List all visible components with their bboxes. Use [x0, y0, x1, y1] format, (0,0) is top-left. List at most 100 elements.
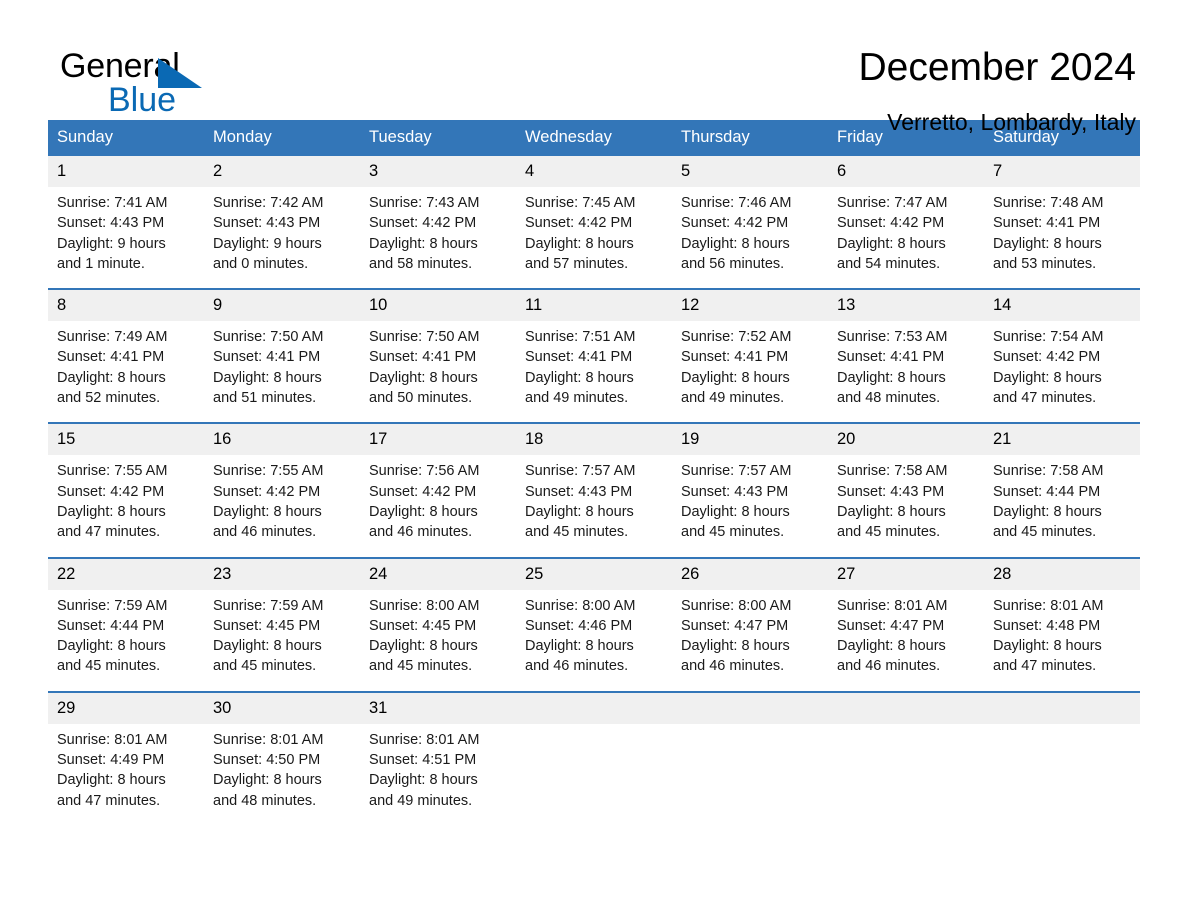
weekday-header-tuesday: Tuesday	[369, 128, 432, 146]
calendar-day-cell[interactable]: 25 Sunrise: 8:00 AM Sunset: 4:46 PM Dayligh…	[516, 558, 672, 677]
page-header: General Blue December 2024 Verretto, Lom…	[48, 0, 1140, 135]
daylight-duration-line2: and 46 minutes.	[213, 524, 317, 541]
calendar-day-cell[interactable]: 12 Sunrise: 7:52 AM Sunset: 4:41 PM Dayligh…	[672, 290, 828, 408]
daylight-duration-line1: Daylight: 8 hours	[993, 638, 1102, 655]
daylight-duration-line2: and 47 minutes.	[57, 524, 161, 541]
calendar-day-cell[interactable]: 6 Sunrise: 7:47 AM Sunset: 4:42 PM Daylight…	[828, 156, 984, 274]
calendar-day-cell[interactable]: 11 Sunrise: 7:51 AM Sunset: 4:41 PM Dayligh…	[516, 290, 672, 408]
calendar-day-cell-empty	[828, 692, 984, 811]
day-number: 22	[48, 558, 204, 590]
daylight-duration-line2: and 47 minutes.	[993, 658, 1097, 675]
sunset-time: Sunset: 4:44 PM	[993, 483, 1101, 500]
sunset-time: Sunset: 4:43 PM	[525, 483, 633, 500]
day-number: 4	[516, 156, 672, 187]
calendar-week-row: 1 Sunrise: 7:41 AM Sunset: 4:43 PM Daylight…	[48, 156, 1140, 274]
day-sun-info: Sunrise: 8:01 AM Sunset: 4:49 PM Daylight:…	[48, 724, 204, 811]
generalblue-logo[interactable]: General Blue	[60, 44, 260, 122]
day-sun-info: Sunrise: 7:41 AM Sunset: 4:43 PM Daylight:…	[48, 187, 204, 274]
day-number: 15	[48, 424, 204, 456]
daylight-duration-line1: Daylight: 8 hours	[525, 503, 634, 520]
calendar-day-cell[interactable]: 23 Sunrise: 7:59 AM Sunset: 4:45 PM Dayligh…	[204, 558, 360, 677]
calendar-day-cell[interactable]: 2 Sunrise: 7:42 AM Sunset: 4:43 PM Daylight…	[204, 156, 360, 274]
weekday-header-monday: Monday	[213, 128, 272, 146]
calendar-day-cell[interactable]: 26 Sunrise: 8:00 AM Sunset: 4:47 PM Dayligh…	[672, 558, 828, 677]
calendar-day-cell[interactable]: 17 Sunrise: 7:56 AM Sunset: 4:42 PM Dayligh…	[360, 424, 516, 542]
sunrise-time: Sunrise: 7:49 AM	[57, 329, 168, 346]
sunrise-time: Sunrise: 7:58 AM	[837, 463, 948, 480]
calendar-week-row: 15 Sunrise: 7:55 AM Sunset: 4:42 PM Dayligh…	[48, 422, 1140, 542]
day-sun-info: Sunrise: 7:55 AM Sunset: 4:42 PM Daylight:…	[48, 455, 204, 542]
sunset-time: Sunset: 4:49 PM	[57, 752, 165, 769]
day-number	[516, 692, 672, 724]
daylight-duration-line1: Daylight: 8 hours	[993, 369, 1102, 386]
calendar-day-cell-empty	[672, 692, 828, 811]
calendar-day-cell[interactable]: 5 Sunrise: 7:46 AM Sunset: 4:42 PM Daylight…	[672, 156, 828, 274]
daylight-duration-line1: Daylight: 8 hours	[837, 503, 946, 520]
calendar-day-cell[interactable]: 31 Sunrise: 8:01 AM Sunset: 4:51 PM Dayligh…	[360, 692, 516, 811]
day-number: 11	[516, 290, 672, 322]
daylight-duration-line2: and 46 minutes.	[525, 658, 629, 675]
calendar-day-cell[interactable]: 30 Sunrise: 8:01 AM Sunset: 4:50 PM Dayligh…	[204, 692, 360, 811]
daylight-duration-line1: Daylight: 8 hours	[837, 235, 946, 252]
day-number: 12	[672, 290, 828, 322]
day-number: 6	[828, 156, 984, 187]
daylight-duration-line1: Daylight: 8 hours	[213, 638, 322, 655]
calendar-day-cell[interactable]: 13 Sunrise: 7:53 AM Sunset: 4:41 PM Dayligh…	[828, 290, 984, 408]
weekday-header-sunday: Sunday	[57, 128, 113, 146]
calendar-week-row: 22 Sunrise: 7:59 AM Sunset: 4:44 PM Dayligh…	[48, 556, 1140, 677]
daylight-duration-line2: and 49 minutes.	[369, 792, 473, 809]
day-sun-info: Sunrise: 8:01 AM Sunset: 4:50 PM Daylight:…	[204, 724, 360, 811]
sunrise-time: Sunrise: 8:00 AM	[525, 597, 636, 614]
day-sun-info: Sunrise: 7:43 AM Sunset: 4:42 PM Daylight:…	[360, 187, 516, 274]
daylight-duration-line1: Daylight: 8 hours	[57, 369, 166, 386]
calendar-day-cell[interactable]: 16 Sunrise: 7:55 AM Sunset: 4:42 PM Dayligh…	[204, 424, 360, 542]
sunset-time: Sunset: 4:46 PM	[525, 617, 633, 634]
calendar-day-cell[interactable]: 24 Sunrise: 8:00 AM Sunset: 4:45 PM Dayligh…	[360, 558, 516, 677]
calendar-day-cell[interactable]: 10 Sunrise: 7:50 AM Sunset: 4:41 PM Dayligh…	[360, 290, 516, 408]
calendar-day-cell-empty	[984, 692, 1140, 811]
daylight-duration-line1: Daylight: 9 hours	[213, 235, 322, 252]
day-number: 5	[672, 156, 828, 187]
calendar-day-cell[interactable]: 19 Sunrise: 7:57 AM Sunset: 4:43 PM Dayligh…	[672, 424, 828, 542]
calendar-day-cell[interactable]: 22 Sunrise: 7:59 AM Sunset: 4:44 PM Dayligh…	[48, 558, 204, 677]
calendar-day-cell[interactable]: 1 Sunrise: 7:41 AM Sunset: 4:43 PM Daylight…	[48, 156, 204, 274]
daylight-duration-line2: and 48 minutes.	[837, 390, 941, 407]
calendar-day-cell[interactable]: 3 Sunrise: 7:43 AM Sunset: 4:42 PM Daylight…	[360, 156, 516, 274]
day-number: 16	[204, 424, 360, 456]
day-number: 26	[672, 558, 828, 590]
daylight-duration-line2: and 51 minutes.	[213, 390, 317, 407]
calendar-day-cell[interactable]: 29 Sunrise: 8:01 AM Sunset: 4:49 PM Dayligh…	[48, 692, 204, 811]
daylight-duration-line1: Daylight: 8 hours	[213, 772, 322, 789]
calendar-day-cell[interactable]: 8 Sunrise: 7:49 AM Sunset: 4:41 PM Daylight…	[48, 290, 204, 408]
day-sun-info: Sunrise: 7:54 AM Sunset: 4:42 PM Daylight:…	[984, 321, 1140, 408]
calendar-day-cell[interactable]: 18 Sunrise: 7:57 AM Sunset: 4:43 PM Dayligh…	[516, 424, 672, 542]
sunset-time: Sunset: 4:41 PM	[369, 349, 477, 366]
sunrise-time: Sunrise: 7:50 AM	[369, 329, 480, 346]
sunrise-time: Sunrise: 7:54 AM	[993, 329, 1104, 346]
calendar-day-cell[interactable]: 14 Sunrise: 7:54 AM Sunset: 4:42 PM Dayligh…	[984, 290, 1140, 408]
sunrise-time: Sunrise: 7:59 AM	[213, 597, 324, 614]
calendar-day-cell[interactable]: 9 Sunrise: 7:50 AM Sunset: 4:41 PM Daylight…	[204, 290, 360, 408]
sunrise-time: Sunrise: 7:55 AM	[213, 463, 324, 480]
calendar-day-cell[interactable]: 15 Sunrise: 7:55 AM Sunset: 4:42 PM Dayligh…	[48, 424, 204, 542]
sunrise-time: Sunrise: 7:45 AM	[525, 195, 636, 211]
calendar-day-cell[interactable]: 21 Sunrise: 7:58 AM Sunset: 4:44 PM Dayligh…	[984, 424, 1140, 542]
sunrise-time: Sunrise: 8:00 AM	[681, 597, 792, 614]
day-sun-info: Sunrise: 7:57 AM Sunset: 4:43 PM Daylight:…	[516, 455, 672, 542]
daylight-duration-line1: Daylight: 9 hours	[57, 235, 166, 252]
calendar-day-cell[interactable]: 27 Sunrise: 8:01 AM Sunset: 4:47 PM Dayligh…	[828, 558, 984, 677]
sunrise-time: Sunrise: 7:47 AM	[837, 195, 948, 211]
daylight-duration-line1: Daylight: 8 hours	[369, 638, 478, 655]
day-sun-info: Sunrise: 7:49 AM Sunset: 4:41 PM Daylight:…	[48, 321, 204, 408]
calendar-day-cell[interactable]: 7 Sunrise: 7:48 AM Sunset: 4:41 PM Daylight…	[984, 156, 1140, 274]
calendar-day-cell[interactable]: 28 Sunrise: 8:01 AM Sunset: 4:48 PM Dayligh…	[984, 558, 1140, 677]
calendar-day-cell[interactable]: 4 Sunrise: 7:45 AM Sunset: 4:42 PM Daylight…	[516, 156, 672, 274]
day-sun-info: Sunrise: 8:00 AM Sunset: 4:47 PM Daylight:…	[672, 590, 828, 677]
daylight-duration-line1: Daylight: 8 hours	[213, 503, 322, 520]
daylight-duration-line2: and 46 minutes.	[837, 658, 941, 675]
daylight-duration-line1: Daylight: 8 hours	[213, 369, 322, 386]
day-number: 30	[204, 692, 360, 724]
daylight-duration-line1: Daylight: 8 hours	[369, 772, 478, 789]
day-number: 20	[828, 424, 984, 456]
calendar-day-cell[interactable]: 20 Sunrise: 7:58 AM Sunset: 4:43 PM Dayligh…	[828, 424, 984, 542]
